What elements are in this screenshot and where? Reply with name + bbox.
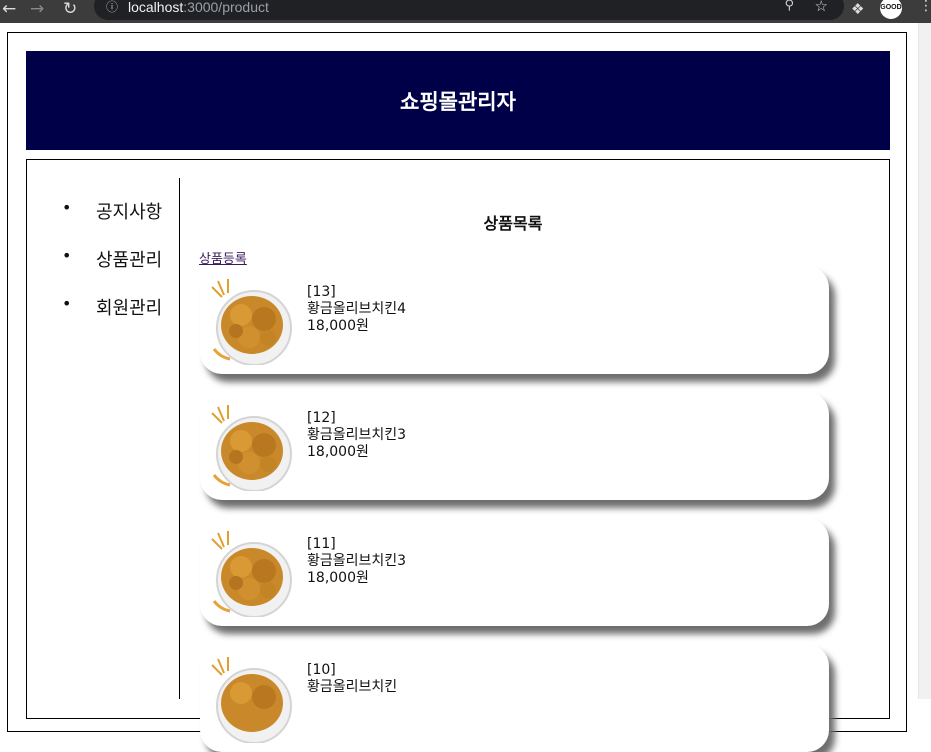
product-name: 황금올리브치킨3 [307, 553, 407, 569]
product-list-title: 상품목록 [483, 214, 543, 233]
product-card[interactable]: [10] 황금올리브치킨 [200, 644, 829, 752]
product-id: [12] [307, 410, 336, 426]
product-id: [10] [307, 662, 336, 678]
bookmark-star-icon[interactable]: ☆ [815, 0, 828, 15]
product-id: [13] [307, 284, 336, 300]
product-price: 18,000원 [307, 444, 369, 460]
address-bar[interactable]: ⓘ localhost:3000/product ⚲ ☆ [94, 0, 844, 20]
product-price: 18,000원 [307, 318, 369, 334]
product-name: 황금올리브치킨 [307, 679, 398, 695]
chicken-image [211, 405, 292, 491]
site-title: 쇼핑몰관리자 [400, 89, 516, 114]
chicken-image [211, 657, 292, 743]
extensions-puzzle-icon[interactable]: ❖ [851, 0, 864, 18]
chicken-image [211, 279, 292, 365]
add-product-link[interactable]: 상품등록 [199, 248, 247, 267]
bullet-icon: • [62, 246, 72, 265]
sidebar-item-label[interactable]: 회원관리 [96, 294, 162, 320]
product-name: 황금올리브치킨3 [307, 427, 407, 443]
browser-toolbar: ← → ↻ ⓘ localhost:3000/product ⚲ ☆ ❖ GOO… [0, 0, 931, 23]
url-text[interactable]: localhost:3000/product [128, 0, 269, 15]
product-card[interactable]: [11] 황금올리브치킨3 18,000원 [200, 518, 829, 626]
product-card[interactable]: [12] 황금올리브치킨3 18,000원 [200, 392, 829, 500]
info-icon[interactable]: ⓘ [106, 0, 118, 15]
product-id: [11] [307, 536, 336, 552]
product-price: 18,000원 [307, 570, 369, 586]
product-name: 황금올리브치킨4 [307, 301, 407, 317]
browser-menu-icon[interactable]: ⋮ [919, 0, 931, 14]
page-scrollbar[interactable] [918, 23, 931, 699]
zoom-icon[interactable]: ⚲ [784, 0, 794, 13]
profile-avatar[interactable]: GOOD [880, 0, 902, 19]
bullet-icon: • [62, 198, 72, 217]
reload-icon[interactable]: ↻ [63, 0, 77, 23]
sidebar-nav: • 공지사항 • 상품관리 • 회원관리 [26, 178, 180, 699]
sidebar-item-label[interactable]: 상품관리 [96, 246, 162, 272]
site-header: 쇼핑몰관리자 [26, 51, 890, 150]
forward-arrow-icon[interactable]: → [30, 0, 44, 23]
product-card[interactable]: [13] 황금올리브치킨4 18,000원 [200, 266, 829, 374]
back-arrow-icon[interactable]: ← [2, 0, 16, 23]
sidebar-item-label[interactable]: 공지사항 [96, 198, 162, 224]
bullet-icon: • [62, 294, 72, 313]
chicken-image [211, 531, 292, 617]
